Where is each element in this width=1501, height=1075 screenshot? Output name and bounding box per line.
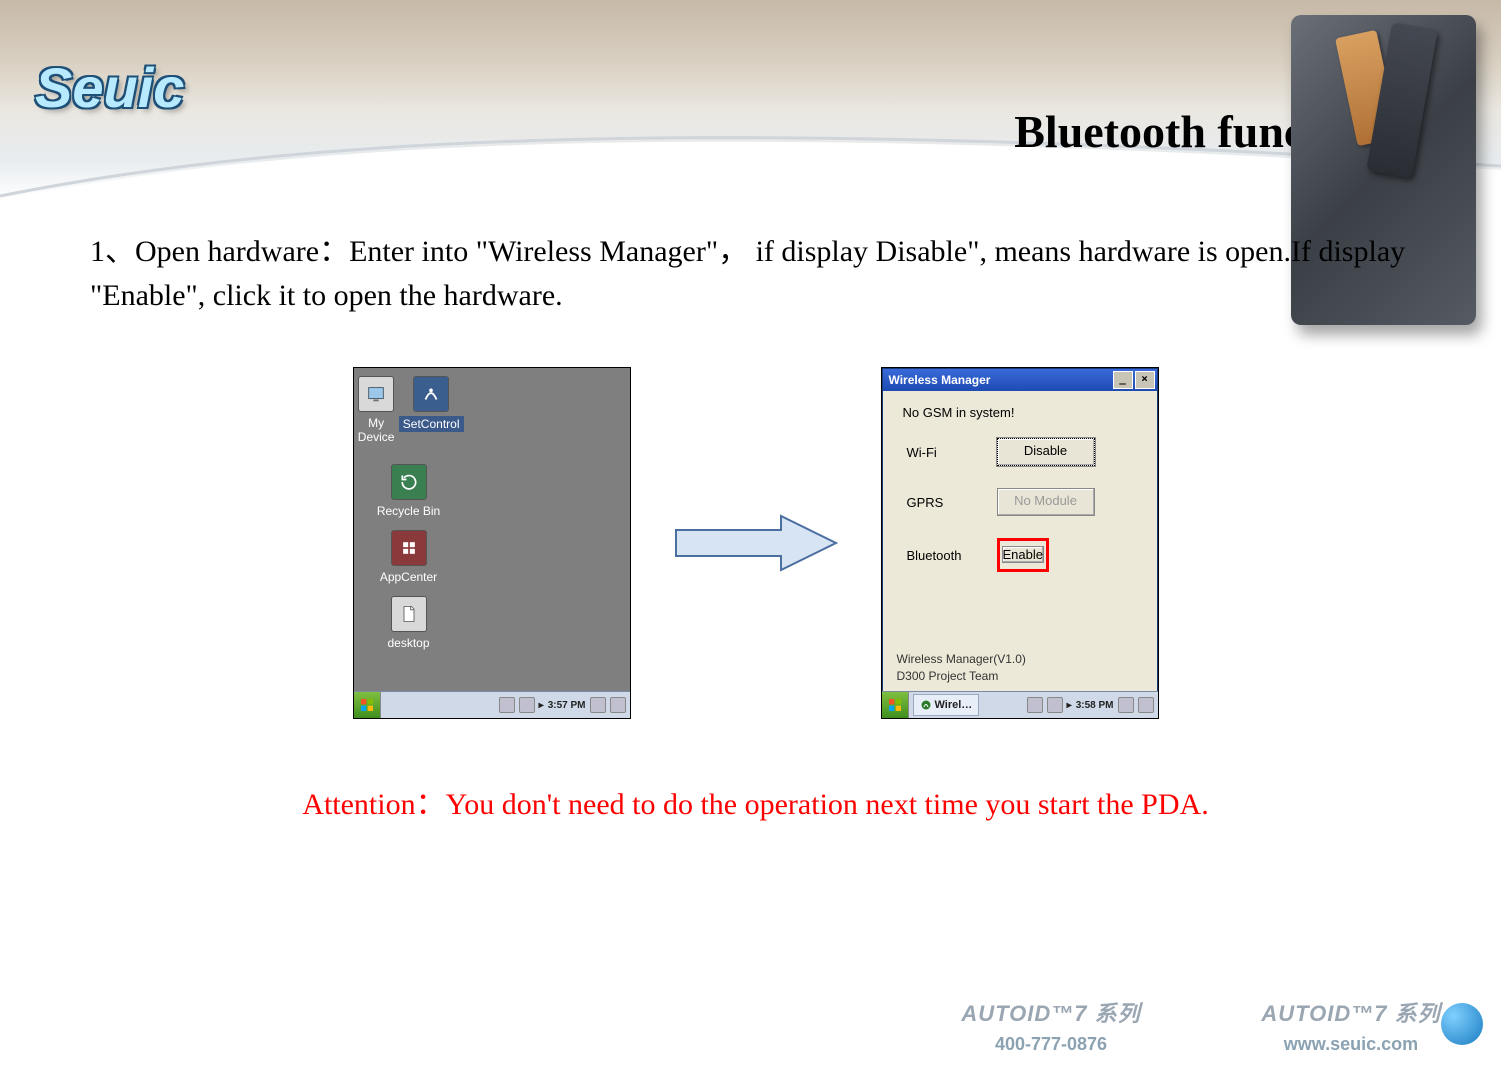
wifi-row: Wi-Fi Disable [907,438,1143,466]
gprs-toggle-button[interactable]: No Module [997,488,1095,516]
antenna-icon [920,699,932,711]
globe-icon [1441,1003,1483,1045]
screenshot-wireless-manager: Wireless Manager _ × No GSM in system! W… [881,367,1159,719]
gprs-row: GPRS No Module [907,488,1143,516]
badge-web: AUTOID™7 系列 www.seuic.com [1221,985,1481,1065]
tray-icon[interactable] [1118,697,1134,713]
window-titlebar: Wireless Manager _ × [883,369,1157,391]
highlight-box: Enable [997,538,1049,572]
screenshot-row: My Device SetControl Recycle Bin [90,367,1421,719]
desktop-icon-desktop[interactable]: desktop [354,596,464,650]
desktop-icon-column: My Device SetControl Recycle Bin [354,368,464,662]
taskbar: ▸ 3:57 PM [354,691,630,718]
desktop-icon-label: desktop [387,636,429,650]
system-tray: ▸ 3:58 PM [1023,692,1158,718]
badge-phone-number: 400-777-0876 [995,1034,1107,1055]
wireless-manager-window: Wireless Manager _ × No GSM in system! W… [882,368,1158,692]
brand-logo: Seuic [35,55,184,120]
taskbar-app-button[interactable]: Wirel… [913,694,980,716]
badge-phone: AUTOID™7 系列 400-777-0876 [921,985,1181,1065]
close-button[interactable]: × [1135,371,1155,389]
version-text: Wireless Manager(V1.0) [897,651,1143,668]
screenshot-desktop: My Device SetControl Recycle Bin [353,367,631,719]
start-button[interactable] [882,692,909,718]
tray-arrow: ▸ [539,700,544,711]
slide-content: 1、Open hardware：Enter into "Wireless Man… [0,200,1501,823]
desktop-icon-label: My Device [354,416,399,444]
file-icon [391,596,427,632]
bluetooth-label: Bluetooth [907,548,997,563]
appcenter-icon [391,530,427,566]
footer-badges: AUTOID™7 系列 400-777-0876 AUTOID™7 系列 www… [901,975,1501,1075]
windows-flag-icon [887,697,903,713]
tray-icon[interactable] [499,697,515,713]
antenna-icon [413,376,449,412]
start-button[interactable] [354,692,381,718]
desktop-icon-setcontrol[interactable]: SetControl [399,376,464,444]
tray-icon[interactable] [610,697,626,713]
desktop-icon-label: Recycle Bin [377,504,440,518]
windows-flag-icon [359,697,375,713]
desktop-icon-label: SetControl [399,416,464,432]
desktop-icon-label: AppCenter [380,570,437,584]
recycle-icon [391,464,427,500]
system-tray: ▸ 3:57 PM [495,692,630,718]
badge-brand: AUTOID™7 系列 [1261,996,1440,1028]
desktop-icon-my-device[interactable]: My Device [354,376,399,444]
gsm-status-text: No GSM in system! [903,405,1143,420]
taskbar-clock: 3:57 PM [548,700,586,711]
badge-url: www.seuic.com [1284,1034,1418,1055]
slide-banner: Seuic Bluetooth function [0,0,1501,200]
gprs-label: GPRS [907,495,997,510]
desktop-icon-recycle-bin[interactable]: Recycle Bin [354,464,464,518]
tray-arrow: ▸ [1067,700,1072,711]
badge-brand: AUTOID™7 系列 [961,996,1140,1028]
window-footer-info: Wireless Manager(V1.0) D300 Project Team [897,651,1143,685]
desktop-icon-appcenter[interactable]: AppCenter [354,530,464,584]
bluetooth-toggle-button[interactable]: Enable [1002,546,1044,563]
minimize-button[interactable]: _ [1113,371,1133,389]
taskbar-app-label: Wirel… [935,699,973,711]
tray-icon[interactable] [519,697,535,713]
instruction-text: 1、Open hardware：Enter into "Wireless Man… [90,230,1421,317]
arrow-right-icon [671,508,841,578]
taskbar-clock: 3:58 PM [1076,700,1114,711]
tray-icon[interactable] [590,697,606,713]
tray-icon[interactable] [1138,697,1154,713]
attention-text: Attention：You don't need to do the opera… [90,779,1421,823]
tray-icon[interactable] [1027,697,1043,713]
taskbar: Wirel… ▸ 3:58 PM [882,691,1158,718]
computer-icon [358,376,394,412]
wifi-toggle-button[interactable]: Disable [997,438,1095,466]
tray-icon[interactable] [1047,697,1063,713]
wifi-label: Wi-Fi [907,445,997,460]
team-text: D300 Project Team [897,668,1143,685]
window-body: No GSM in system! Wi-Fi Disable GPRS No … [883,391,1157,691]
window-title: Wireless Manager [889,373,991,387]
bluetooth-row: Bluetooth Enable [907,538,1143,572]
